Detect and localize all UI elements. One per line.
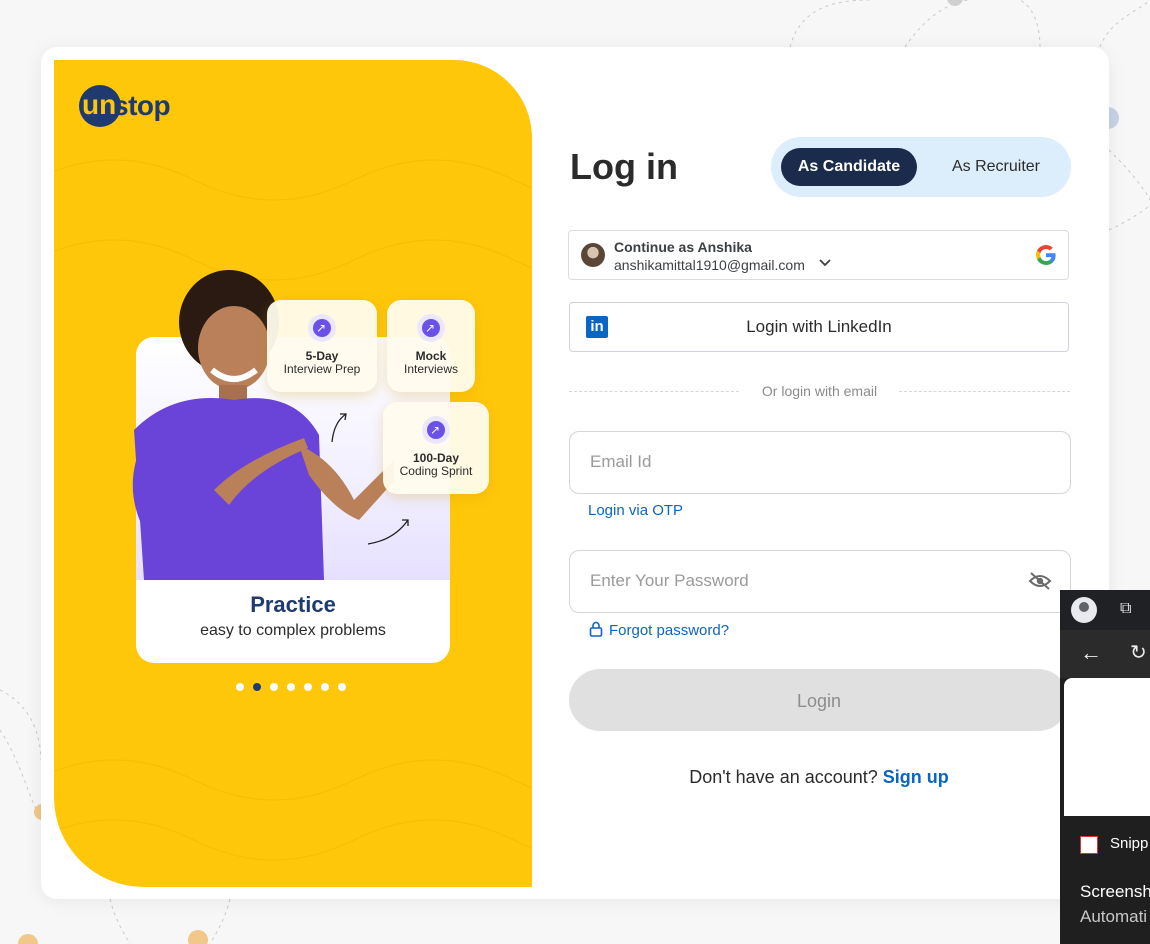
login-button[interactable]: Login	[569, 669, 1069, 731]
google-icon	[1036, 245, 1056, 266]
divider-text: Or login with email	[761, 383, 878, 399]
notification-title: Screensh	[1080, 882, 1150, 901]
login-via-otp-link[interactable]: Login via OTP	[588, 502, 683, 519]
page-title: Log in	[570, 146, 678, 187]
google-continue-button[interactable]: Continue as Anshika anshikamittal1910@gm…	[568, 230, 1069, 280]
carousel-dot[interactable]	[321, 683, 329, 691]
arrow-decorations	[331, 413, 409, 545]
linkedin-label: Login with LinkedIn	[746, 317, 892, 336]
reload-icon[interactable]: ↻	[1130, 640, 1147, 665]
logo-wordmark: stop	[113, 90, 171, 121]
carousel-dot[interactable]	[253, 683, 261, 691]
signup-text: Don't have an account?	[689, 767, 878, 787]
login-with-linkedin-button[interactable]: in Login with LinkedIn	[569, 302, 1069, 352]
notification-body: Automati	[1080, 907, 1148, 926]
slide-subtitle: easy to complex problems	[200, 622, 386, 639]
tabs-icon[interactable]: ⧉	[1120, 600, 1131, 618]
sign-up-link[interactable]: Sign up	[883, 767, 949, 787]
snip-label: Snipp	[1110, 835, 1149, 852]
tile-subtitle: Interviews	[403, 362, 459, 376]
signup-prompt: Don't have an account? Sign up	[569, 767, 1069, 788]
logo-mark: un	[79, 85, 121, 127]
carousel-dot[interactable]	[287, 683, 295, 691]
browser-content	[1064, 678, 1150, 816]
or-divider: Or login with email	[569, 381, 1070, 401]
carousel-dot[interactable]	[236, 683, 244, 691]
browser-titlebar: ⧉	[1060, 590, 1150, 630]
carousel-dots	[236, 683, 346, 691]
google-account-email: anshikamittal1910@gmail.com	[614, 257, 805, 273]
trending-up-icon	[422, 416, 450, 444]
tile-interview-prep: 5-Day Interview Prep	[267, 300, 377, 392]
tile-mock-interviews: Mock Interviews	[387, 300, 475, 392]
carousel-dot[interactable]	[270, 683, 278, 691]
password-field[interactable]	[569, 550, 1071, 613]
role-toggle: As Candidate As Recruiter	[771, 137, 1071, 197]
promo-panel: un stop 5-Day Interview Prep Mock Interv…	[54, 60, 532, 887]
forgot-password-label: Forgot password?	[609, 622, 730, 639]
tile-subtitle: Interview Prep	[283, 362, 361, 376]
password-input[interactable]	[588, 570, 1022, 592]
chevron-down-icon[interactable]	[819, 256, 831, 270]
profile-icon[interactable]	[1071, 597, 1097, 623]
unstop-logo[interactable]: un stop	[79, 85, 171, 127]
as-candidate-button[interactable]: As Candidate	[781, 148, 917, 186]
email-input[interactable]	[588, 451, 1022, 473]
email-field[interactable]	[569, 431, 1071, 494]
snipping-tool-icon	[1080, 836, 1098, 854]
as-recruiter-button[interactable]: As Recruiter	[936, 148, 1056, 186]
carousel-dot[interactable]	[338, 683, 346, 691]
back-arrow-icon[interactable]: ←	[1080, 640, 1102, 666]
browser-toolbar: ← ↻	[1060, 630, 1150, 678]
trending-up-icon	[417, 314, 445, 342]
slide-title: Practice	[250, 592, 336, 617]
overlay-window: ⧉ ← ↻ Snipp Screensh Automati	[1060, 590, 1150, 944]
avatar	[581, 243, 605, 267]
carousel-dot[interactable]	[304, 683, 312, 691]
lock-icon	[589, 621, 603, 637]
trending-up-icon	[308, 314, 336, 342]
forgot-password-link[interactable]: Forgot password?	[589, 621, 729, 639]
eye-off-icon[interactable]	[1028, 571, 1052, 591]
google-account-name: Continue as Anshika	[614, 239, 752, 255]
